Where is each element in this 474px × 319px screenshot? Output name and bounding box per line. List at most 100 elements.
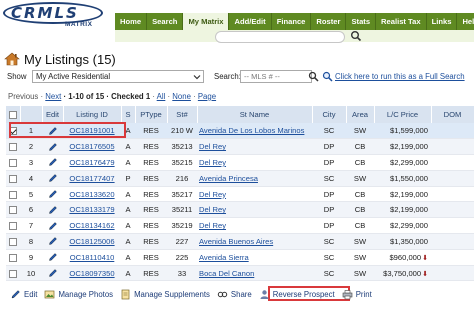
listing-id-cell[interactable]: OC18133620 bbox=[63, 186, 121, 203]
street-name-cell[interactable]: Del Rey bbox=[197, 217, 312, 235]
row-checkbox[interactable] bbox=[9, 190, 17, 199]
edit-cell[interactable] bbox=[42, 265, 63, 282]
street-name-cell[interactable]: Del Rey bbox=[197, 154, 312, 171]
row-select-cell[interactable] bbox=[6, 233, 20, 250]
listing-id-cell[interactable]: OC18133179 bbox=[63, 201, 121, 219]
street-name-cell[interactable]: Avenida Buenos Aires bbox=[197, 233, 312, 250]
table-row[interactable]: 5 OC18133620 A RES 35217 Del Rey DP CB $2,199,00… bbox=[6, 186, 474, 203]
street-name-link[interactable]: Avenida De Los Lobos Marinos bbox=[199, 126, 304, 135]
row-select-cell[interactable] bbox=[6, 201, 20, 219]
edit-cell[interactable] bbox=[42, 154, 63, 171]
row-checkbox[interactable] bbox=[9, 143, 17, 152]
table-row[interactable]: 10 OC18097350 A RES 33 Boca Del Canon SC SW $3,7… bbox=[6, 265, 474, 282]
show-select[interactable]: My Active Residential bbox=[32, 70, 204, 83]
table-row[interactable]: 7 OC18134162 A RES 35219 Del Rey DP CB $2,299,00… bbox=[6, 217, 474, 235]
edit-cell[interactable] bbox=[42, 138, 63, 156]
column-header[interactable]: S bbox=[121, 106, 136, 123]
column-header[interactable]: City bbox=[312, 106, 347, 123]
column-header[interactable]: PType bbox=[135, 106, 168, 123]
listing-id-link[interactable]: OC18097350 bbox=[69, 269, 114, 278]
share-button[interactable]: Share bbox=[217, 289, 252, 300]
row-checkbox[interactable] bbox=[9, 222, 17, 231]
listing-id-cell[interactable]: OC18177407 bbox=[63, 170, 121, 187]
listing-id-cell[interactable]: OC18110410 bbox=[63, 249, 121, 266]
row-checkbox[interactable] bbox=[9, 174, 17, 183]
nav-search[interactable]: Search bbox=[147, 13, 184, 30]
street-name-link[interactable]: Del Rey bbox=[199, 142, 226, 151]
pencil-icon[interactable] bbox=[48, 189, 58, 199]
manage-photos-button[interactable]: Manage Photos bbox=[44, 289, 113, 300]
listing-id-link[interactable]: OC18176479 bbox=[69, 158, 114, 167]
row-select-cell[interactable] bbox=[6, 265, 20, 282]
next-link[interactable]: Next bbox=[45, 92, 61, 101]
column-header[interactable]: DOM bbox=[431, 106, 474, 123]
listing-id-link[interactable]: OC18110410 bbox=[70, 253, 115, 262]
pencil-icon[interactable] bbox=[48, 142, 58, 152]
street-name-link[interactable]: Avenida Sierra bbox=[199, 253, 249, 262]
header-select-all[interactable] bbox=[6, 106, 21, 123]
listing-id-cell[interactable]: OC18134162 bbox=[63, 217, 121, 235]
pencil-icon[interactable] bbox=[48, 205, 58, 215]
row-checkbox[interactable] bbox=[9, 206, 17, 215]
quick-search-icon[interactable] bbox=[350, 30, 362, 42]
nav-add-edit[interactable]: Add/Edit bbox=[229, 13, 272, 30]
crmls-logo[interactable]: CRMLS MATRIX bbox=[3, 2, 108, 29]
manage-supplements-button[interactable]: Manage Supplements bbox=[120, 289, 210, 300]
pencil-icon[interactable] bbox=[48, 157, 58, 167]
listing-id-cell[interactable]: OC18097350 bbox=[63, 265, 121, 282]
nav-links[interactable]: Links bbox=[426, 13, 458, 30]
street-name-link[interactable]: Avenida Buenos Aires bbox=[199, 237, 273, 246]
column-header[interactable]: Area bbox=[346, 106, 375, 123]
select-none-link[interactable]: None bbox=[172, 92, 191, 101]
select-page-link[interactable]: Page bbox=[198, 92, 216, 101]
row-checkbox[interactable] bbox=[9, 253, 17, 262]
listing-id-link[interactable]: OC18133179 bbox=[69, 205, 114, 214]
edit-cell[interactable] bbox=[42, 170, 63, 187]
full-search-link-wrap[interactable]: Click here to run this as a Full Search bbox=[322, 71, 465, 82]
nav-my-matrix[interactable]: My Matrix bbox=[183, 13, 230, 30]
listing-id-cell[interactable]: OC18125006 bbox=[63, 233, 121, 250]
pencil-icon[interactable] bbox=[48, 268, 58, 278]
listing-id-link[interactable]: OC18177407 bbox=[69, 174, 114, 183]
listing-id-link[interactable]: OC18134162 bbox=[69, 221, 114, 230]
pencil-icon[interactable] bbox=[48, 221, 58, 231]
reverse-prospect-button[interactable]: Reverse Prospect bbox=[259, 289, 335, 300]
column-header[interactable]: Listing ID bbox=[63, 106, 122, 123]
street-name-cell[interactable]: Del Rey bbox=[197, 186, 312, 203]
edit-cell[interactable] bbox=[42, 249, 63, 266]
mls-search-input[interactable]: -- MLS # -- bbox=[240, 70, 312, 83]
nav-realist-tax[interactable]: Realist Tax bbox=[376, 13, 427, 30]
row-checkbox[interactable] bbox=[9, 158, 17, 167]
street-name-link[interactable]: Del Rey bbox=[199, 190, 226, 199]
listing-id-link[interactable]: OC18133620 bbox=[69, 190, 114, 199]
column-header[interactable] bbox=[20, 106, 43, 123]
table-row[interactable]: 6 OC18133179 A RES 35211 Del Rey DP CB $2,199,00… bbox=[6, 201, 474, 219]
row-checkbox[interactable] bbox=[9, 269, 17, 278]
pencil-icon[interactable] bbox=[48, 173, 58, 183]
row-select-cell[interactable] bbox=[6, 170, 20, 187]
column-header[interactable]: L/C Price bbox=[374, 106, 432, 123]
nav-roster[interactable]: Roster bbox=[311, 13, 347, 30]
street-name-link[interactable]: Del Rey bbox=[199, 221, 226, 230]
table-row[interactable]: 2 OC18176505 A RES 35213 Del Rey DP CB $2,199,00… bbox=[6, 138, 474, 156]
street-name-cell[interactable]: Avenida De Los Lobos Marinos bbox=[197, 123, 312, 140]
pencil-icon[interactable] bbox=[48, 252, 58, 262]
pencil-icon[interactable] bbox=[48, 236, 58, 246]
edit-cell[interactable] bbox=[42, 217, 63, 235]
row-select-cell[interactable] bbox=[6, 154, 20, 171]
street-name-link[interactable]: Del Rey bbox=[199, 158, 226, 167]
nav-stats[interactable]: Stats bbox=[346, 13, 377, 30]
listing-id-cell[interactable]: OC18176505 bbox=[63, 138, 121, 156]
quick-search-input[interactable] bbox=[215, 31, 345, 43]
select-all-checkbox[interactable] bbox=[8, 111, 17, 119]
print-button[interactable]: Print bbox=[342, 289, 372, 300]
street-name-link[interactable]: Avenida Princesa bbox=[199, 174, 258, 183]
table-row[interactable]: 9 OC18110410 A RES 225 Avenida Sierra SC SW $960… bbox=[6, 249, 474, 266]
table-row[interactable]: 3 OC18176479 A RES 35215 Del Rey DP CB $2,299,00… bbox=[6, 154, 474, 171]
street-name-cell[interactable]: Avenida Princesa bbox=[197, 170, 312, 187]
street-name-cell[interactable]: Del Rey bbox=[197, 201, 312, 219]
column-header[interactable]: St Name bbox=[197, 106, 313, 123]
listing-id-link[interactable]: OC18125006 bbox=[69, 237, 114, 246]
row-select-cell[interactable] bbox=[6, 249, 20, 266]
street-name-link[interactable]: Del Rey bbox=[199, 205, 226, 214]
